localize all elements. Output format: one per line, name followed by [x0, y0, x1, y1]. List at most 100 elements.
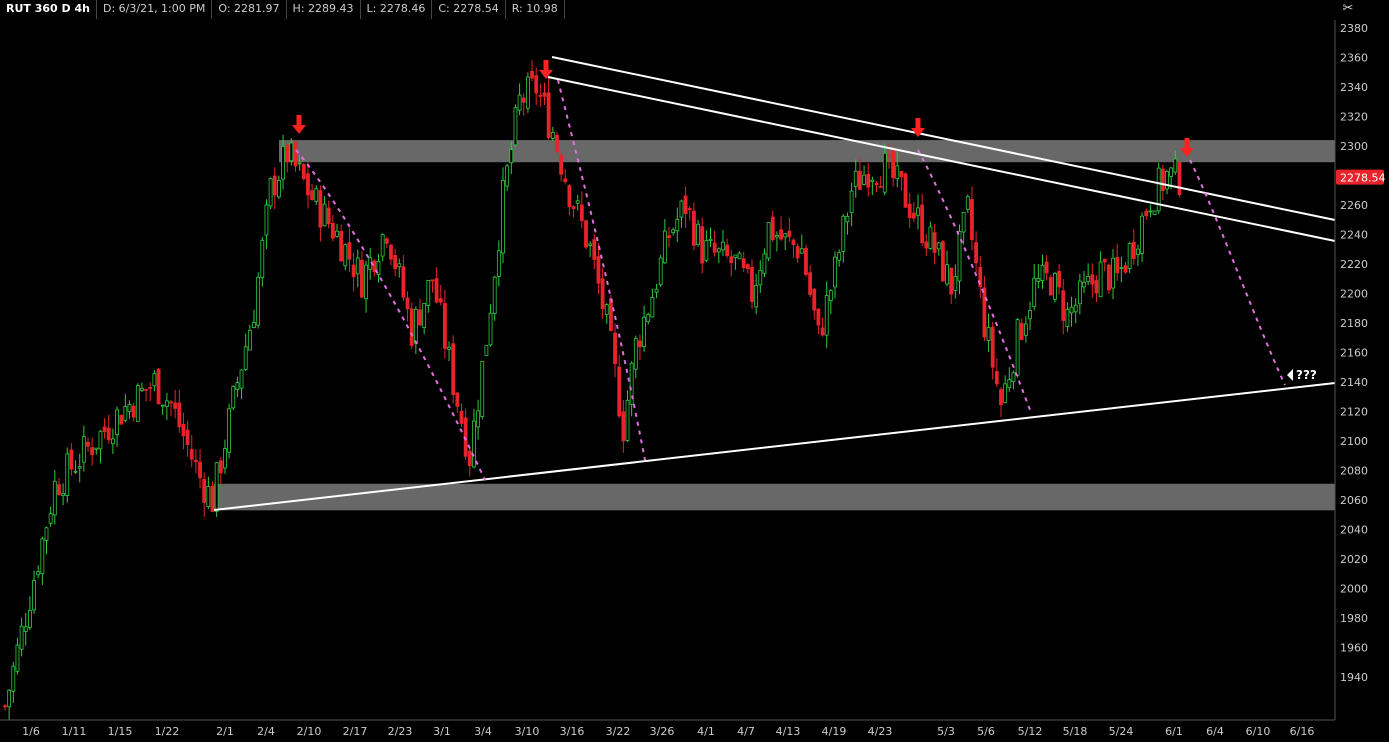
candle-body [787, 230, 792, 238]
candle-body [322, 203, 327, 227]
candle-body [306, 173, 310, 196]
candle-body [932, 232, 937, 253]
candle-body [364, 264, 368, 300]
y-tick-label: 2000 [1340, 583, 1368, 596]
x-tick-label: 5/24 [1109, 725, 1134, 738]
y-tick-label: 1940 [1340, 671, 1368, 684]
candle-body [911, 212, 916, 219]
candle-body [609, 298, 613, 331]
candle-body [675, 218, 680, 232]
low-label: L: 2278.46 [361, 0, 433, 19]
candle-body [638, 340, 642, 348]
candle-body [704, 240, 709, 261]
y-tick-label: 2060 [1340, 494, 1368, 507]
candle-body [878, 186, 883, 188]
candle-body [239, 369, 244, 389]
candle-body [1131, 241, 1136, 259]
candle-body [389, 244, 393, 260]
candle-body [1086, 276, 1091, 283]
candle-body [193, 459, 198, 462]
candle-body [1123, 265, 1128, 273]
candle-body [135, 385, 140, 422]
candle-body [123, 405, 128, 421]
candle-body [928, 226, 933, 249]
candle-body [957, 231, 962, 282]
candle-body [530, 71, 534, 79]
candle-body [206, 486, 211, 507]
candle-body [1090, 274, 1095, 285]
candle-body [783, 233, 788, 238]
x-tick-label: 2/17 [343, 725, 368, 738]
candle-body [625, 399, 630, 441]
candle-body [953, 275, 958, 291]
candle-body [52, 480, 57, 516]
candle-body [1024, 323, 1028, 336]
x-tick-label: 2/4 [257, 725, 275, 738]
candle-body [887, 154, 891, 157]
candle-body [592, 239, 597, 260]
candle-body [422, 302, 427, 328]
candle-body [140, 387, 144, 391]
candle-body [330, 222, 335, 239]
candle-body [90, 447, 95, 456]
candle-body [397, 263, 402, 268]
candle-body [907, 203, 912, 219]
candle-body [227, 408, 232, 453]
candle-body [758, 269, 763, 286]
candle-body [762, 253, 767, 274]
high-label: H: 2289.43 [287, 0, 361, 19]
candle-body [870, 179, 875, 183]
candle-body [185, 429, 190, 445]
candle-body [438, 298, 443, 303]
candle-body [750, 267, 754, 302]
candle-body [152, 373, 157, 387]
candle-body [575, 200, 580, 204]
candle-body [945, 264, 949, 285]
candle-body [891, 150, 895, 179]
candle-body [297, 162, 302, 165]
candle-body [442, 303, 447, 349]
candle-body [1136, 248, 1140, 256]
y-tick-label: 2360 [1340, 52, 1368, 65]
arrow-head [292, 125, 306, 134]
candle-body [131, 405, 136, 418]
candle-body [98, 430, 103, 450]
candle-body [521, 97, 526, 103]
candle-body [19, 625, 24, 650]
candle-body [862, 174, 866, 185]
chart-area[interactable]: ??? 1940 1960 1980 2000 2020 2040 2060 2080 2100… [0, 0, 1389, 738]
candle-body [7, 689, 12, 708]
candle-body [393, 255, 398, 270]
candle-body [974, 242, 978, 264]
candle-body [741, 258, 746, 268]
candle-body [1048, 277, 1053, 296]
candle-body [293, 141, 298, 167]
candle-body [223, 448, 227, 469]
candle-body [1019, 322, 1024, 340]
settings-wrench-icon[interactable]: ✂ [1338, 0, 1358, 18]
candle-body [156, 368, 161, 405]
candle-body [1003, 383, 1008, 403]
candle-body [642, 316, 646, 348]
candle-body [484, 345, 489, 356]
candle-body [119, 415, 124, 425]
candle-body [1053, 272, 1057, 300]
candle-body [534, 75, 539, 94]
candle-body [276, 179, 281, 198]
candle-body [73, 470, 78, 473]
candle-body [559, 154, 563, 175]
candle-body [683, 195, 688, 215]
candle-body [708, 238, 713, 242]
candle-body [148, 386, 153, 389]
candle-body [1057, 271, 1061, 288]
candle-body [538, 94, 543, 97]
y-tick-label: 2160 [1340, 347, 1368, 360]
candle-body [210, 485, 215, 512]
candle-body [816, 308, 821, 326]
candle-body [496, 250, 501, 277]
candle-body [936, 242, 941, 250]
candle-body [812, 288, 817, 311]
candle-body [301, 163, 306, 180]
candle-body [1094, 280, 1099, 294]
candle-body [198, 461, 202, 479]
